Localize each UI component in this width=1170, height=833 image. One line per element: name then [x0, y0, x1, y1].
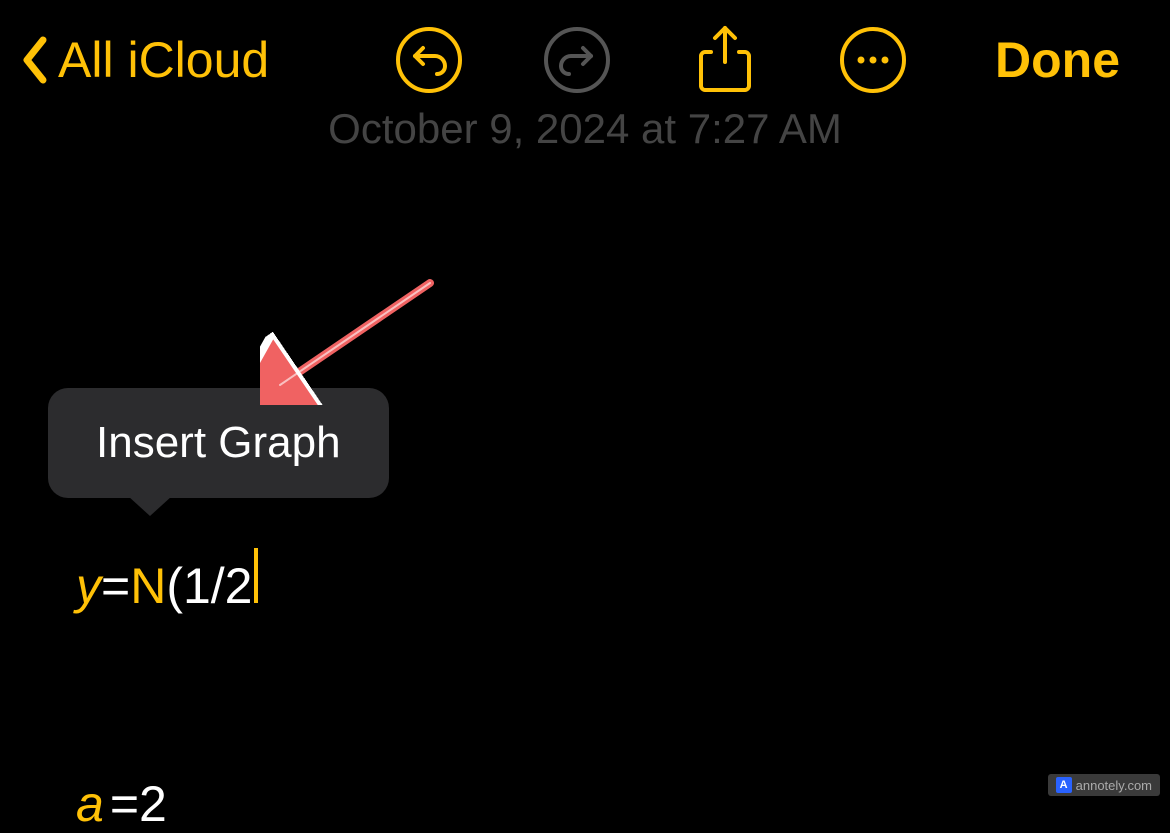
insert-graph-tooltip[interactable]: Insert Graph — [48, 388, 389, 498]
tooltip-label: Insert Graph — [96, 418, 341, 467]
equation-equals: = — [101, 557, 130, 615]
chevron-back-icon — [20, 35, 48, 85]
toolbar-actions — [395, 24, 907, 96]
more-button[interactable] — [839, 26, 907, 94]
bottom-equation-text[interactable]: a =2 — [76, 775, 167, 833]
back-label: All iCloud — [58, 31, 269, 89]
equation-tail: (1/2 — [166, 557, 252, 615]
share-button[interactable] — [691, 24, 759, 96]
note-timestamp: October 9, 2024 at 7:27 AM — [328, 105, 842, 153]
equation-variable-n: N — [130, 557, 166, 615]
toolbar: All iCloud — [0, 0, 1170, 120]
bottom-tail: =2 — [110, 775, 167, 833]
undo-button[interactable] — [395, 26, 463, 94]
done-button[interactable]: Done — [995, 31, 1120, 89]
back-button[interactable]: All iCloud — [20, 31, 269, 89]
annotely-text: annotely.com — [1076, 778, 1152, 793]
annotely-watermark: A annotely.com — [1048, 774, 1160, 796]
text-cursor — [254, 548, 258, 603]
bottom-variable-a: a — [76, 775, 104, 833]
redo-button[interactable] — [543, 26, 611, 94]
annotely-logo-icon: A — [1056, 777, 1072, 793]
equation-text[interactable]: y = N (1/2 — [76, 548, 258, 615]
equation-variable-y: y — [76, 557, 101, 615]
